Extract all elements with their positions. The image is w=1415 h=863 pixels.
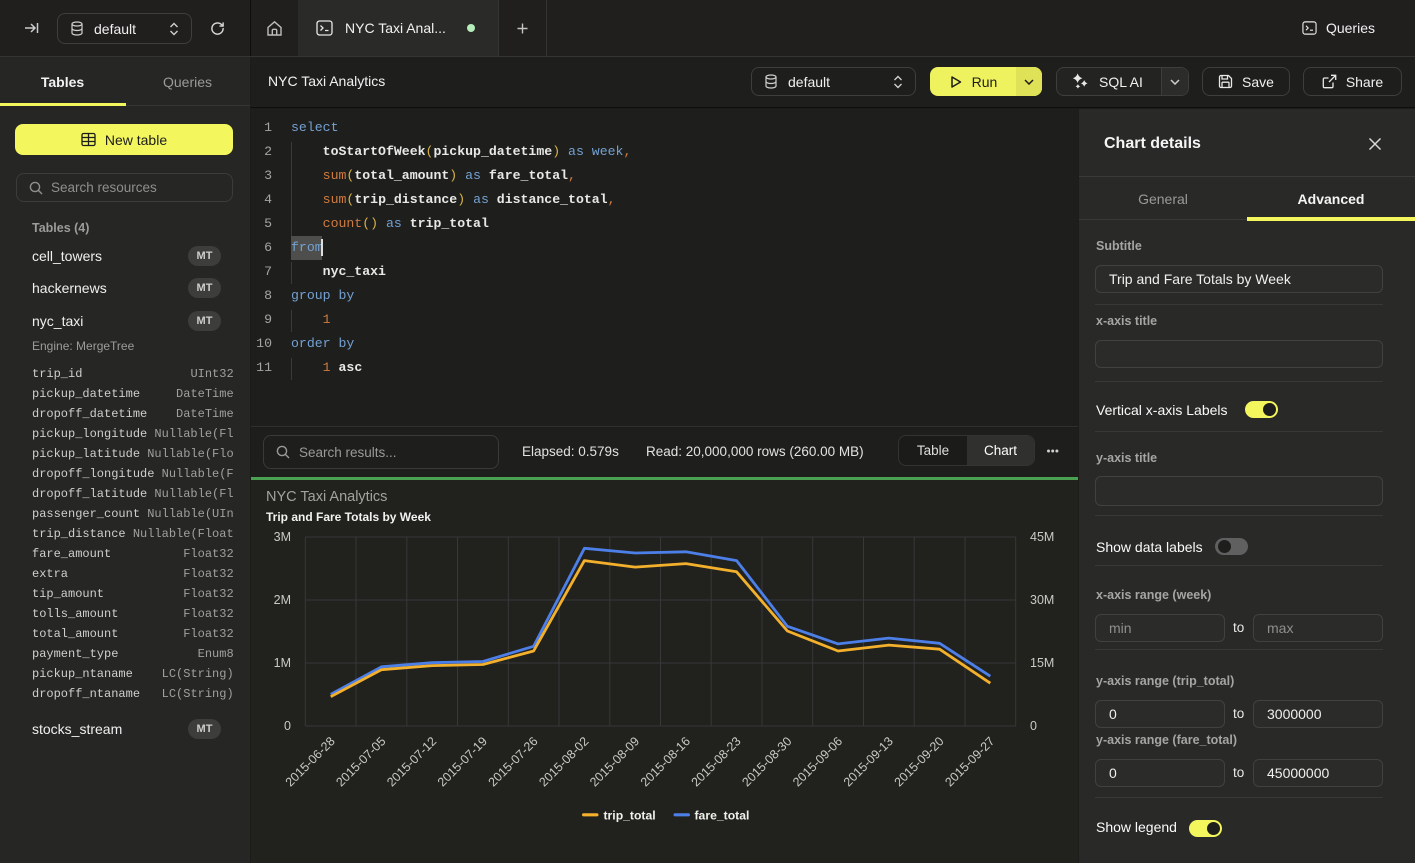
svg-text:2015-09-27: 2015-09-27 xyxy=(942,734,997,789)
svg-text:45M: 45M xyxy=(1030,530,1054,544)
svg-text:2M: 2M xyxy=(274,593,291,607)
svg-text:0: 0 xyxy=(284,719,291,733)
svg-text:2015-07-12: 2015-07-12 xyxy=(384,734,439,789)
svg-text:2015-06-28: 2015-06-28 xyxy=(283,734,338,789)
svg-text:0: 0 xyxy=(1030,719,1037,733)
svg-text:1M: 1M xyxy=(274,656,291,670)
svg-text:15M: 15M xyxy=(1030,656,1054,670)
svg-text:trip_total: trip_total xyxy=(604,809,656,823)
svg-text:3M: 3M xyxy=(274,530,291,544)
svg-text:2015-08-23: 2015-08-23 xyxy=(689,734,744,789)
svg-text:2015-08-09: 2015-08-09 xyxy=(587,734,642,789)
svg-text:2015-07-26: 2015-07-26 xyxy=(486,734,541,789)
svg-text:2015-09-13: 2015-09-13 xyxy=(841,734,896,789)
svg-text:2015-09-20: 2015-09-20 xyxy=(892,734,947,789)
svg-text:2015-09-06: 2015-09-06 xyxy=(790,734,845,789)
svg-text:fare_total: fare_total xyxy=(695,809,750,823)
svg-text:2015-07-05: 2015-07-05 xyxy=(333,734,388,789)
svg-text:2015-08-16: 2015-08-16 xyxy=(638,734,693,789)
svg-text:2015-08-30: 2015-08-30 xyxy=(739,734,794,789)
svg-text:2015-08-02: 2015-08-02 xyxy=(536,734,591,789)
svg-text:2015-07-19: 2015-07-19 xyxy=(435,734,490,789)
svg-text:30M: 30M xyxy=(1030,593,1054,607)
